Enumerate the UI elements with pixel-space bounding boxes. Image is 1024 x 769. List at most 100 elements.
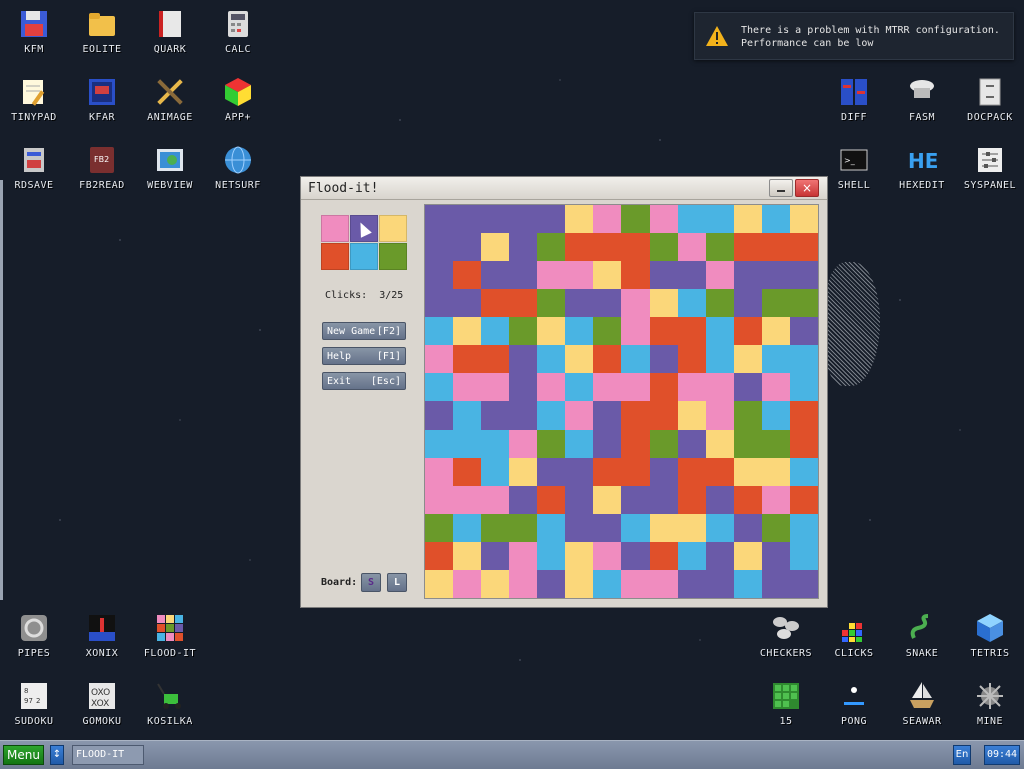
desktop-icon-label: NETSURF (215, 180, 261, 191)
new-game-key: [F2] (376, 325, 401, 337)
desktop-icon-kfm[interactable]: KFM (0, 0, 68, 66)
board-cell (481, 317, 510, 346)
taskbar: Menu ↕ FLOOD-IT En 09:44 (0, 740, 1024, 769)
board-cell (537, 345, 566, 374)
board-cell (733, 261, 762, 290)
desktop-icon-kfar[interactable]: KFAR (68, 68, 136, 134)
desktop-icon-mine[interactable]: MINE (956, 672, 1024, 738)
desktop-icon-animage[interactable]: ANIMAGE (136, 68, 204, 134)
desktop-icon-calc[interactable]: CALC (204, 0, 272, 66)
board-cell (593, 401, 622, 430)
help-key: [F1] (376, 350, 401, 362)
switch-arrows-icon[interactable]: ↕ (50, 745, 64, 765)
palette-blue[interactable] (350, 243, 378, 270)
desktop-icon-diff[interactable]: DIFF (820, 68, 888, 134)
desktop-icon-label: QUARK (153, 44, 187, 55)
desktop-icon-webview[interactable]: WEBVIEW (136, 136, 204, 202)
board-cell (453, 429, 482, 458)
new-game-button[interactable]: New Game [F2] (322, 322, 406, 340)
desktop-icon-checkers[interactable]: CHECKERS (752, 604, 820, 670)
board-small-button[interactable]: S (361, 573, 381, 592)
board-cell (565, 485, 594, 514)
palette-pink[interactable] (321, 215, 349, 242)
desktop-icon-app-[interactable]: APP+ (204, 68, 272, 134)
menu-button[interactable]: Menu (3, 745, 44, 765)
desktop-icon-clicks[interactable]: CLICKS (820, 604, 888, 670)
board-cell (453, 569, 482, 598)
desktop-icon-xonix[interactable]: XONIX (68, 604, 136, 670)
exit-button[interactable]: Exit [Esc] (322, 372, 406, 390)
board-cell (789, 513, 818, 542)
board-cell (649, 541, 678, 570)
palette-red[interactable] (321, 243, 349, 270)
clicks-label: Clicks: (325, 290, 368, 301)
board-cell (621, 373, 650, 402)
xonix-icon (86, 612, 118, 644)
board-cell (705, 485, 734, 514)
desktop-icon-label: KOSILKA (147, 716, 193, 727)
desktop-icon-fb2read[interactable]: FB2 FB2READ (68, 136, 136, 202)
board-cell (649, 569, 678, 598)
desktop-icon-eolite[interactable]: EOLITE (68, 0, 136, 66)
desktop-icon-label: APP+ (224, 112, 252, 123)
desktop-icon-flood-it[interactable]: FLOOD-IT (136, 604, 204, 670)
board-cell (705, 289, 734, 318)
help-button[interactable]: Help [F1] (322, 347, 406, 365)
board-cell (565, 429, 594, 458)
board-cell (509, 289, 538, 318)
board-cell (537, 457, 566, 486)
desktop-icon-pong[interactable]: PONG (820, 672, 888, 738)
desktop-icon-hexedit[interactable]: HE HEXEDIT (888, 136, 956, 202)
pencil-ruler-icon (154, 76, 186, 108)
desktop-icon-tetris[interactable]: TETRIS (956, 604, 1024, 670)
board-cell (789, 457, 818, 486)
board-large-button[interactable]: L (387, 573, 407, 592)
sliders-icon (974, 144, 1006, 176)
taskbar-item-flood-it[interactable]: FLOOD-IT (72, 745, 144, 765)
calculator-icon (222, 8, 254, 40)
board-cell (509, 205, 538, 234)
desktop-icon-seawar[interactable]: SEAWAR (888, 672, 956, 738)
board-cell (565, 513, 594, 542)
board-cell (537, 233, 566, 262)
board-cell (425, 233, 454, 262)
desktop-icon-rdsave[interactable]: RDSAVE (0, 136, 68, 202)
board-cell (565, 345, 594, 374)
minimize-button[interactable] (769, 179, 793, 197)
palette-yellow[interactable] (379, 215, 407, 242)
desktop-icon-label: PONG (840, 716, 868, 727)
desktop-icon-fasm[interactable]: FASM (888, 68, 956, 134)
mtrr-warning-notification[interactable]: There is a problem with MTRR configurati… (694, 12, 1014, 60)
board-cell (453, 289, 482, 318)
clock[interactable]: 09:44 (984, 745, 1020, 765)
palette-green[interactable] (379, 243, 407, 270)
board-cell (761, 569, 790, 598)
flood-board-grid[interactable] (424, 204, 819, 599)
desktop-icon-15[interactable]: 15 (752, 672, 820, 738)
desktop-icon-netsurf[interactable]: NETSURF (204, 136, 272, 202)
board-cell (733, 401, 762, 430)
close-button[interactable]: × (795, 179, 819, 197)
desktop-icon-pipes[interactable]: PIPES (0, 604, 68, 670)
desktop-icon-gomoku[interactable]: OXO XOX GOMOKU (68, 672, 136, 738)
board-cell (509, 429, 538, 458)
board-cell (677, 569, 706, 598)
board-cell (509, 345, 538, 374)
window-titlebar[interactable]: Flood-it! × (301, 177, 827, 200)
mine-icon (974, 680, 1006, 712)
desktop-icon-sudoku[interactable]: 8 97 2 SUDOKU (0, 672, 68, 738)
board-cell (733, 485, 762, 514)
desktop-icon-docpack[interactable]: DOCPACK (956, 68, 1024, 134)
desktop-icon-snake[interactable]: SNAKE (888, 604, 956, 670)
desktop-icon-syspanel[interactable]: SYSPANEL (956, 136, 1024, 202)
desktop-icon-kosilka[interactable]: KOSILKA (136, 672, 204, 738)
desktop-icon-label: 15 (779, 716, 793, 727)
desktop-icon-shell[interactable]: >_ SHELL (820, 136, 888, 202)
board-cell (621, 485, 650, 514)
board-size-label: Board: (321, 577, 358, 588)
board-cell (733, 569, 762, 598)
language-indicator[interactable]: En (953, 745, 971, 765)
board-cell (761, 457, 790, 486)
desktop-icon-tinypad[interactable]: TINYPAD (0, 68, 68, 134)
desktop-icon-quark[interactable]: QUARK (136, 0, 204, 66)
